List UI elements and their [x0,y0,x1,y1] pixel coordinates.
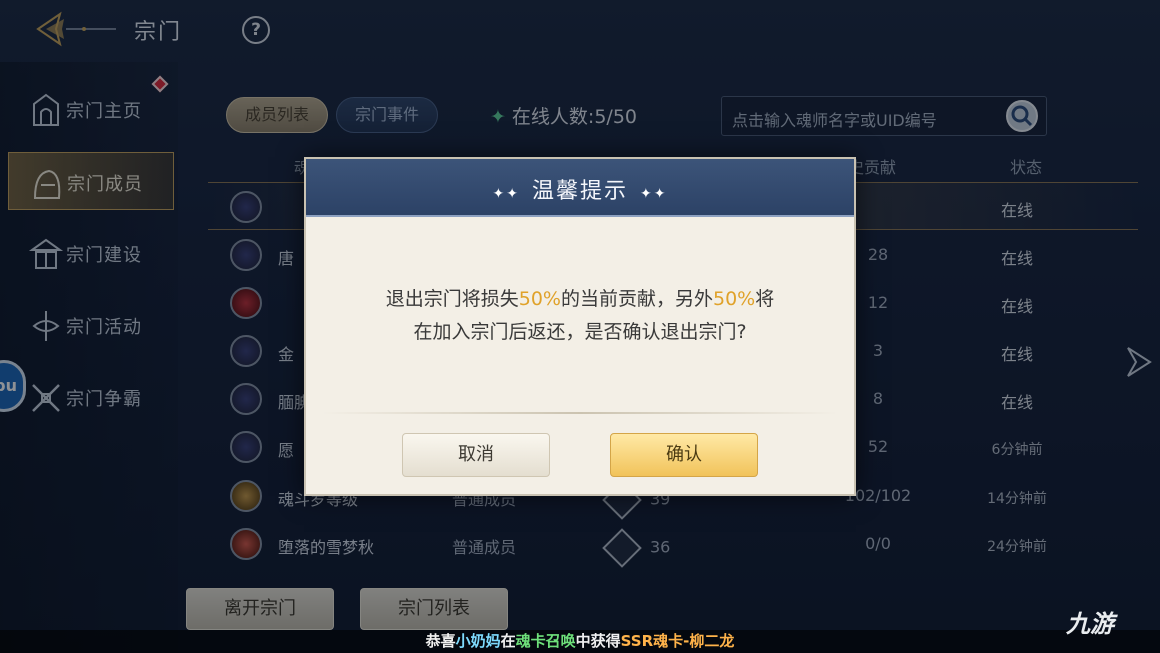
watermark-logo: 九游 [1066,610,1114,638]
ticker-text: 恭喜 [425,632,456,650]
message-text: 的当前贡献，另外 [560,288,713,310]
ticker-text: 中获得 [575,632,621,650]
dialog-title-text: 温馨提示 [531,179,628,204]
ticker-text: 在 [500,632,516,650]
ticker-event: 魂卡召唤 [515,632,576,650]
announcement-ticker: 恭喜小奶妈在魂卡召唤中获得SSR魂卡-柳二龙 [0,630,1160,653]
dialog-message-line-1: 退出宗门将损失50%的当前贡献，另外50%将 [306,283,854,316]
message-text: 退出宗门将损失 [385,288,519,310]
confirm-dialog: ✦✦ 温馨提示 ✦✦ 退出宗门将损失50%的当前贡献，另外50%将 在加入宗门后返还… [304,157,856,496]
ticker-player-name: 小奶妈 [455,632,501,650]
message-text: 将 [755,288,775,310]
dialog-title: ✦✦ 温馨提示 ✦✦ [306,173,854,205]
game-screen: 宗门 ? 宗门主页 宗门成员 宗门建设 宗门活动 宗门争霸 u 成员列表 宗门事… [0,0,1160,653]
cancel-button[interactable]: 取消 [402,433,550,477]
divider [322,412,838,414]
dialog-message-line-2: 在加入宗门后返还，是否确认退出宗门? [413,321,747,343]
percentage-highlight: 50% [518,288,561,310]
sparkle-icon: ✦✦ [640,186,668,202]
dialog-message: 退出宗门将损失50%的当前贡献，另外50%将 在加入宗门后返还，是否确认退出宗门… [306,283,854,349]
sparkle-icon: ✦✦ [492,186,520,202]
ticker-reward: SSR魂卡-柳二龙 [620,632,735,650]
confirm-button[interactable]: 确认 [610,433,758,477]
percentage-highlight: 50% [713,288,756,310]
